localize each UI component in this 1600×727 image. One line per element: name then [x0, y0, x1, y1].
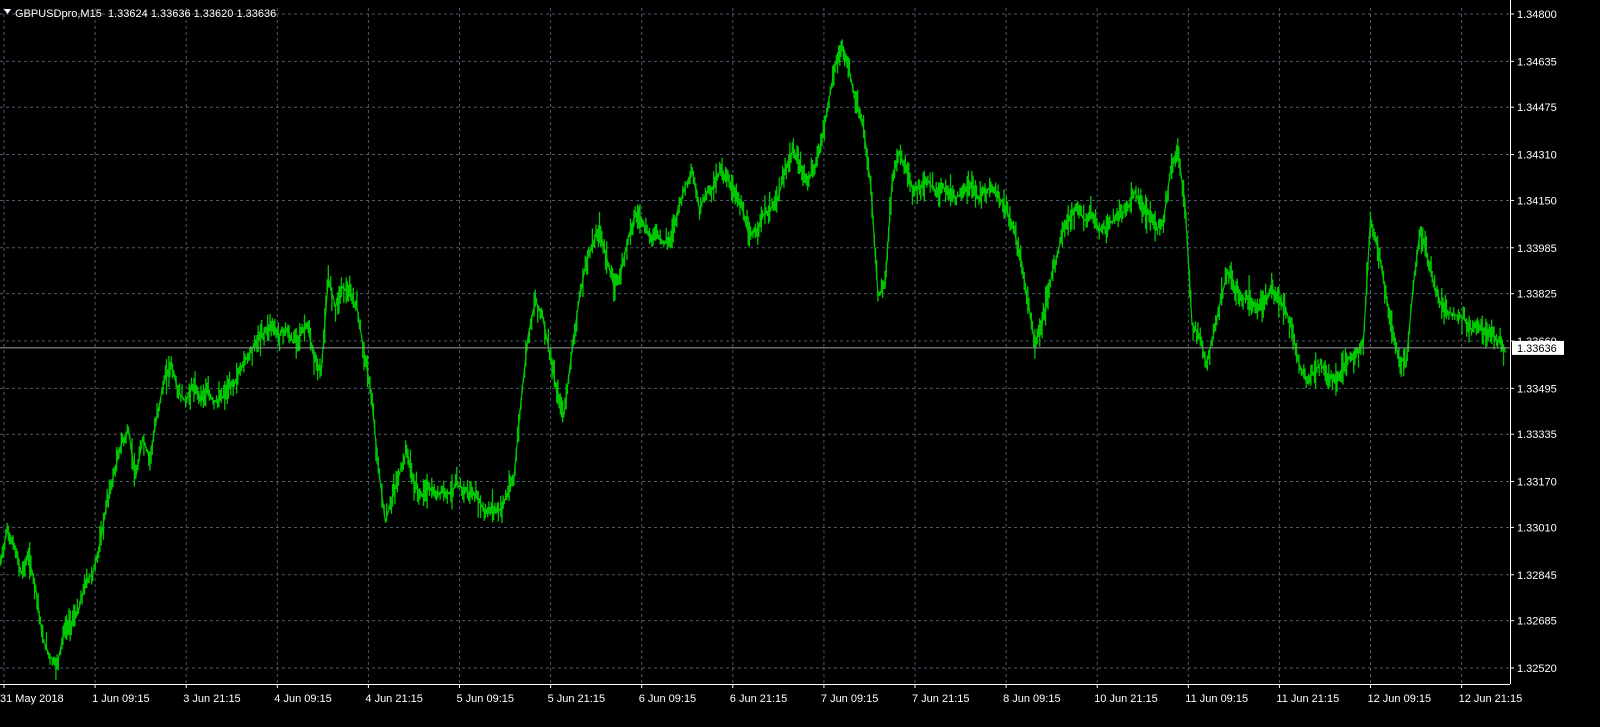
x-tick-label: 5 Jun 09:15 [457, 693, 515, 705]
y-tick-label: 1.33495 [1517, 383, 1557, 395]
x-tick-label: 4 Jun 09:15 [274, 693, 332, 705]
y-tick-label: 1.33335 [1517, 429, 1557, 441]
x-tick-label: 31 May 2018 [0, 693, 64, 705]
x-tick-label: 6 Jun 21:15 [730, 693, 788, 705]
x-tick-label: 8 Jun 09:15 [1003, 693, 1061, 705]
y-tick-label: 1.34800 [1517, 9, 1557, 21]
y-tick-label: 1.32520 [1517, 663, 1557, 675]
y-tick-label: 1.33985 [1517, 243, 1557, 255]
y-tick-label: 1.33010 [1517, 522, 1557, 534]
x-tick-label: 5 Jun 21:15 [548, 693, 606, 705]
x-tick-label: 6 Jun 09:15 [639, 693, 697, 705]
x-tick-label: 1 Jun 09:15 [92, 693, 150, 705]
x-tick-label: 11 Jun 21:15 [1276, 693, 1339, 705]
y-tick-label: 1.32685 [1517, 616, 1557, 628]
x-tick-label: 11 Jun 09:15 [1185, 693, 1248, 705]
y-tick-label: 1.34150 [1517, 195, 1557, 207]
current-price-box: 1.33636 [1512, 340, 1564, 355]
price-chart[interactable]: 1.34800 1.34635 1.34475 1.34310 1.34150 1.339… [0, 0, 1600, 727]
y-tick-label: 1.34310 [1517, 150, 1557, 162]
x-tick-label: 3 Jun 21:15 [183, 693, 241, 705]
chart-header: GBPUSDpro,M15 1.33624 1.33636 1.33620 1.… [4, 8, 276, 20]
y-tick-label: 1.32845 [1517, 570, 1557, 582]
x-tick-label: 12 Jun 09:15 [1368, 693, 1432, 705]
y-tick-label: 1.34475 [1517, 102, 1557, 114]
y-tick-label: 1.33170 [1517, 477, 1557, 489]
y-tick-label: 1.34635 [1517, 56, 1557, 68]
x-tick-label: 4 Jun 21:15 [365, 693, 423, 705]
x-tick-label: 12 Jun 21:15 [1459, 693, 1523, 705]
ohlc-values: 1.33624 1.33636 1.33620 1.33636 [108, 8, 276, 20]
symbol-label: GBPUSDpro,M15 [15, 8, 102, 20]
x-tick-label: 7 Jun 21:15 [912, 693, 970, 705]
x-tick-label: 10 Jun 21:15 [1094, 693, 1158, 705]
y-tick-label: 1.33825 [1517, 289, 1557, 301]
current-price-label: 1.33636 [1517, 343, 1557, 355]
x-tick-label: 7 Jun 09:15 [821, 693, 879, 705]
